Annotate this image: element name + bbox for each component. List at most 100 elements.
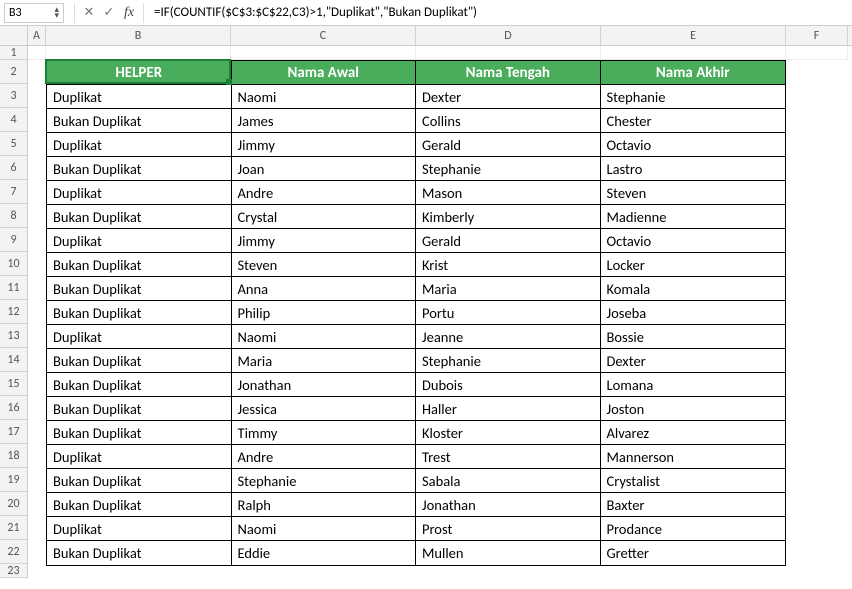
header-nama-akhir[interactable]: Nama Akhir: [601, 61, 786, 85]
header-nama-awal[interactable]: Nama Awal: [232, 61, 417, 85]
cell[interactable]: Bukan Duplikat: [47, 469, 232, 493]
cell[interactable]: Mason: [416, 181, 601, 205]
cell[interactable]: Baxter: [601, 493, 786, 517]
row-header[interactable]: 11: [0, 276, 27, 300]
cell[interactable]: Lastro: [601, 157, 786, 181]
cell[interactable]: Alvarez: [601, 421, 786, 445]
row-header[interactable]: 9: [0, 228, 27, 252]
cell[interactable]: Ralph: [232, 493, 417, 517]
cell[interactable]: Jonathan: [416, 493, 601, 517]
cell[interactable]: Timmy: [232, 421, 417, 445]
cell[interactable]: Kimberly: [416, 205, 601, 229]
cell[interactable]: Bossie: [601, 325, 786, 349]
cell[interactable]: Bukan Duplikat: [47, 109, 232, 133]
cell[interactable]: Locker: [601, 253, 786, 277]
cell[interactable]: Duplikat: [47, 517, 232, 541]
cell[interactable]: Bukan Duplikat: [47, 253, 232, 277]
cell[interactable]: Philip: [232, 301, 417, 325]
cell[interactable]: Haller: [416, 397, 601, 421]
row-header[interactable]: 17: [0, 420, 27, 444]
cell[interactable]: Gerald: [416, 229, 601, 253]
cell[interactable]: Dubois: [416, 373, 601, 397]
name-box[interactable]: B3 ▴▾: [4, 3, 64, 23]
cell[interactable]: Joston: [601, 397, 786, 421]
fx-icon[interactable]: fx: [121, 5, 137, 21]
row-header[interactable]: 5: [0, 132, 27, 156]
cell[interactable]: Naomi: [232, 325, 417, 349]
cell[interactable]: Bukan Duplikat: [47, 421, 232, 445]
cell[interactable]: Duplikat: [47, 85, 232, 109]
row-header[interactable]: 4: [0, 108, 27, 132]
col-header-f[interactable]: F: [786, 26, 848, 45]
cell[interactable]: Bukan Duplikat: [47, 397, 232, 421]
row-header[interactable]: 19: [0, 468, 27, 492]
cell[interactable]: Stephanie: [416, 157, 601, 181]
cell[interactable]: Octavio: [601, 229, 786, 253]
cell[interactable]: Mullen: [416, 541, 601, 565]
cell[interactable]: Gretter: [601, 541, 786, 565]
cell[interactable]: Chester: [601, 109, 786, 133]
cell[interactable]: Stephanie: [601, 85, 786, 109]
col-header-b[interactable]: B: [46, 26, 231, 45]
cell[interactable]: Dexter: [601, 349, 786, 373]
row-header[interactable]: 6: [0, 156, 27, 180]
cell[interactable]: Bukan Duplikat: [47, 301, 232, 325]
col-header-c[interactable]: C: [231, 26, 416, 45]
col-header-e[interactable]: E: [601, 26, 786, 45]
cell[interactable]: Joan: [232, 157, 417, 181]
cell[interactable]: Steven: [601, 181, 786, 205]
row-header[interactable]: 23: [0, 564, 27, 578]
cell[interactable]: Komala: [601, 277, 786, 301]
cell[interactable]: Bukan Duplikat: [47, 373, 232, 397]
cell[interactable]: Maria: [232, 349, 417, 373]
formula-input[interactable]: =IF(COUNTIF($C$3:$C$22,C3)>1,"Duplikat",…: [148, 3, 848, 23]
row-header[interactable]: 21: [0, 516, 27, 540]
cell[interactable]: Mannerson: [601, 445, 786, 469]
cell[interactable]: Bukan Duplikat: [47, 349, 232, 373]
cell[interactable]: Dexter: [416, 85, 601, 109]
cell[interactable]: Gerald: [416, 133, 601, 157]
cell[interactable]: Bukan Duplikat: [47, 157, 232, 181]
cell[interactable]: Joseba: [601, 301, 786, 325]
select-all-corner[interactable]: [0, 26, 28, 45]
cell[interactable]: Duplikat: [47, 181, 232, 205]
cell[interactable]: Prost: [416, 517, 601, 541]
cell[interactable]: Octavio: [601, 133, 786, 157]
cell[interactable]: Bukan Duplikat: [47, 205, 232, 229]
row-header[interactable]: 1: [0, 46, 27, 60]
cell[interactable]: Bukan Duplikat: [47, 277, 232, 301]
check-icon[interactable]: ✓: [101, 5, 117, 21]
row-header[interactable]: 13: [0, 324, 27, 348]
cell[interactable]: Steven: [232, 253, 417, 277]
cell[interactable]: Stephanie: [416, 349, 601, 373]
cell[interactable]: Crystal: [232, 205, 417, 229]
row-header[interactable]: 20: [0, 492, 27, 516]
row-header[interactable]: 18: [0, 444, 27, 468]
cell[interactable]: Andre: [232, 445, 417, 469]
cell[interactable]: Madienne: [601, 205, 786, 229]
cell[interactable]: Trest: [416, 445, 601, 469]
cell[interactable]: Stephanie: [232, 469, 417, 493]
cell[interactable]: Duplikat: [47, 445, 232, 469]
cell[interactable]: Jeanne: [416, 325, 601, 349]
row-header[interactable]: 7: [0, 180, 27, 204]
cell[interactable]: Duplikat: [47, 133, 232, 157]
cell[interactable]: Collins: [416, 109, 601, 133]
row-header[interactable]: 16: [0, 396, 27, 420]
header-nama-tengah[interactable]: Nama Tengah: [416, 61, 601, 85]
cell[interactable]: Sabala: [416, 469, 601, 493]
cell[interactable]: Anna: [232, 277, 417, 301]
cell[interactable]: Crystalist: [601, 469, 786, 493]
cell[interactable]: Eddie: [232, 541, 417, 565]
row-header[interactable]: 3: [0, 84, 27, 108]
cell[interactable]: Prodance: [601, 517, 786, 541]
cell[interactable]: Krist: [416, 253, 601, 277]
cell[interactable]: Jessica: [232, 397, 417, 421]
cell[interactable]: Lomana: [601, 373, 786, 397]
row-header[interactable]: 12: [0, 300, 27, 324]
cell[interactable]: Naomi: [232, 517, 417, 541]
name-box-dropdown-icon[interactable]: ▴▾: [54, 7, 59, 19]
cell[interactable]: Andre: [232, 181, 417, 205]
cell[interactable]: Duplikat: [47, 229, 232, 253]
cell[interactable]: Kloster: [416, 421, 601, 445]
